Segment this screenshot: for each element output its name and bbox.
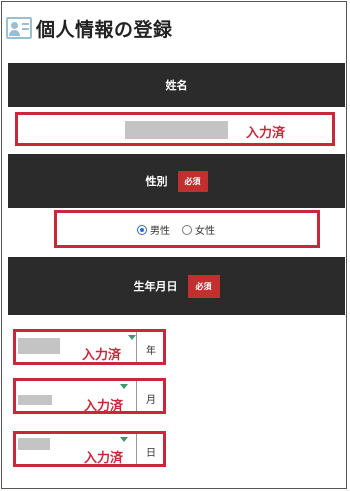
page-title-text: 個人情報の登録: [36, 18, 173, 41]
year-unit-label: 年: [146, 346, 156, 357]
screenshot-frame: 個人情報の登録 姓名 入力済 性別 必須 男性 女性 生年月日 必須 入力済 年…: [1, 1, 347, 489]
year-divider: [136, 332, 137, 362]
birth-day-select[interactable]: 入力済 日: [13, 431, 166, 467]
month-status-label: 入力済: [84, 399, 124, 414]
birth-year-select[interactable]: 入力済 年: [13, 329, 166, 365]
birth-month-select[interactable]: 入力済 月: [13, 378, 166, 414]
profile-card-icon: [6, 17, 32, 39]
year-masked-value: [18, 338, 60, 354]
day-divider: [136, 434, 137, 464]
year-status-label: 入力済: [82, 348, 122, 363]
chevron-down-icon[interactable]: [120, 437, 128, 442]
day-masked-value: [18, 438, 50, 450]
month-divider: [136, 381, 137, 411]
name-status-label: 入力済: [246, 126, 286, 141]
month-masked-value: [18, 395, 52, 405]
chevron-down-icon[interactable]: [120, 384, 128, 389]
name-masked-value: [125, 121, 228, 139]
day-unit-label: 日: [146, 448, 156, 459]
required-badge: 必須: [187, 274, 220, 298]
page-title: 個人情報の登録: [6, 14, 173, 42]
birthdate-header-label: 生年月日: [133, 280, 178, 293]
name-section-header: 姓名: [8, 63, 345, 107]
birthdate-section-header: 生年月日 必須: [8, 257, 345, 315]
chevron-down-icon[interactable]: [128, 335, 136, 340]
gender-section-header: 性別 必須: [8, 154, 345, 208]
gender-radio-female[interactable]: [182, 224, 192, 235]
gender-label-male[interactable]: 男性: [150, 222, 170, 237]
gender-radio-male[interactable]: [137, 224, 147, 235]
gender-header-label: 性別: [145, 175, 168, 188]
gender-label-female[interactable]: 女性: [195, 222, 215, 237]
name-input-field[interactable]: 入力済: [15, 112, 335, 146]
month-unit-label: 月: [146, 395, 156, 406]
required-badge: 必須: [177, 170, 208, 192]
gender-radio-group: 男性 女性: [54, 210, 320, 248]
day-status-label: 入力済: [84, 451, 124, 466]
name-header-label: 姓名: [165, 79, 188, 92]
